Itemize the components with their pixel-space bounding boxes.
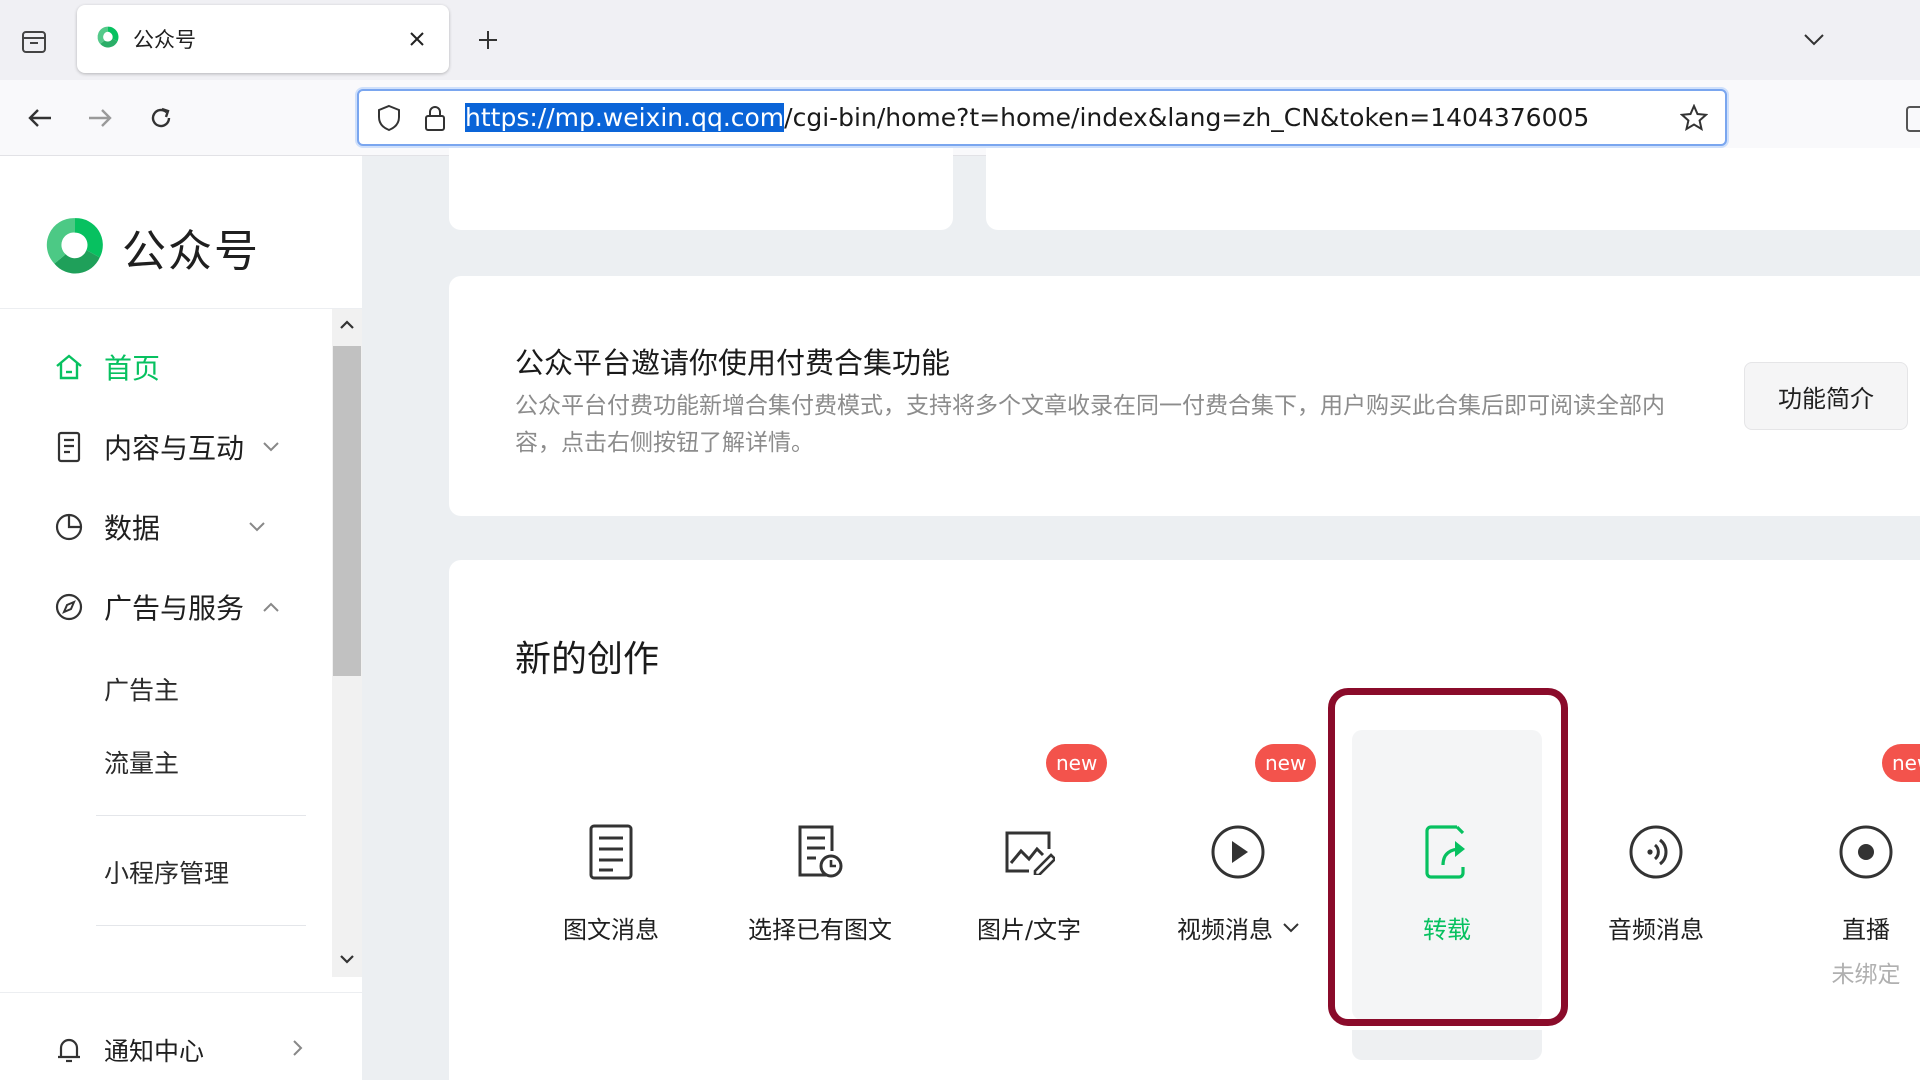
divider	[96, 925, 306, 926]
tab-title: 公众号	[133, 28, 196, 52]
divider	[0, 992, 362, 993]
create-item-label: 视频消息	[1177, 910, 1299, 945]
chevron-down-icon[interactable]	[1283, 922, 1299, 933]
pie-chart-icon	[52, 510, 86, 544]
highlight-shadow	[1352, 1030, 1542, 1060]
chevron-up-icon	[260, 596, 282, 618]
new-badge: new	[1255, 744, 1317, 782]
create-item-label-text: 视频消息	[1177, 916, 1273, 944]
bell-icon	[52, 1033, 86, 1067]
live-icon	[1836, 822, 1896, 882]
sidebar-item-label: 广告与服务	[104, 592, 245, 625]
promo-title: 公众平台邀请你使用付费合集功能	[515, 346, 951, 380]
video-play-icon	[1208, 822, 1268, 882]
sidebar-item-label: 内容与互动	[104, 432, 245, 465]
new-tab-icon[interactable]	[468, 20, 508, 60]
chevron-down-icon	[246, 516, 268, 538]
bookmark-star-icon[interactable]	[1677, 101, 1711, 135]
sidebar-item-label: 数据	[104, 512, 161, 545]
create-article-button[interactable]: 图文消息	[511, 730, 711, 1020]
create-item-label: 图片/文字	[976, 916, 1082, 944]
sidebar-subitem-miniprogram[interactable]: 小程序管理	[104, 854, 229, 890]
article-icon	[581, 822, 641, 882]
create-audio-button[interactable]: 音频消息	[1556, 730, 1756, 1020]
sidebar-menu: 首页 内容与互动 数据 广告与服务 广告主 流量主 小程序管理	[0, 309, 332, 977]
url-selected-part: https://mp.weixin.qq.com	[465, 103, 785, 132]
promo-description: 公众平台付费功能新增合集付费模式，支持将多个文章收录在同一付费合集下，用户购买此…	[515, 393, 1665, 456]
scroll-up-icon[interactable]	[336, 314, 358, 336]
existing-article-icon	[790, 822, 850, 882]
top-card-left	[449, 148, 953, 230]
create-item-label: 音频消息	[1608, 916, 1704, 944]
top-card-right	[986, 148, 1920, 230]
browser-tab[interactable]: 公众号	[77, 5, 449, 73]
sidebar-subitem-publisher[interactable]: 流量主	[104, 744, 179, 780]
sidebar-item-home[interactable]: 首页	[52, 347, 160, 387]
chevron-right-icon[interactable]	[286, 1036, 310, 1060]
feature-intro-button[interactable]: 功能简介	[1744, 362, 1908, 430]
wechat-logo-icon	[44, 214, 106, 280]
section-title: 新的创作	[515, 639, 660, 680]
sidebar-subitem-advertiser[interactable]: 广告主	[104, 671, 179, 707]
home-icon	[52, 350, 86, 384]
document-icon	[52, 430, 86, 464]
lock-icon[interactable]	[419, 102, 451, 134]
sidebar-item-label: 首页	[104, 352, 161, 385]
url-rest: /cgi-bin/home?t=home/index&lang=zh_CN&to…	[784, 103, 1590, 132]
reload-icon[interactable]	[139, 96, 183, 140]
divider	[96, 815, 306, 816]
forward-icon[interactable]	[78, 96, 122, 140]
tab-overview-icon[interactable]	[14, 22, 54, 62]
shield-icon[interactable]	[373, 102, 405, 134]
new-badge: new	[1046, 744, 1108, 782]
new-badge: new	[1882, 744, 1920, 782]
logo-text: 公众号	[122, 226, 260, 277]
close-tab-icon[interactable]	[403, 25, 431, 53]
sidebar-item-data[interactable]: 数据	[52, 507, 268, 547]
highlight-frame	[1328, 688, 1568, 1026]
browser-tab-bar: 公众号	[0, 0, 1920, 80]
wechat-logo-icon	[95, 24, 121, 54]
scrollbar-thumb[interactable]	[333, 346, 361, 676]
create-item-label: 选择已有图文	[748, 916, 892, 944]
url-text[interactable]: https://mp.weixin.qq.com/cgi-bin/home?t=…	[465, 103, 1677, 132]
create-item-label: 图文消息	[563, 916, 659, 944]
address-bar[interactable]: https://mp.weixin.qq.com/cgi-bin/home?t=…	[357, 89, 1727, 146]
sidebar-item-label: 通知中心	[104, 1037, 205, 1066]
sidebar-item-content[interactable]: 内容与互动	[52, 427, 282, 467]
audio-icon	[1626, 822, 1686, 882]
sidebar-item-notifications[interactable]: 通知中心	[52, 1032, 204, 1068]
logo[interactable]: 公众号	[44, 214, 260, 280]
image-text-icon	[999, 822, 1059, 882]
scroll-down-icon[interactable]	[336, 948, 358, 970]
chevron-down-icon	[260, 436, 282, 458]
create-item-label: 直播	[1842, 916, 1890, 944]
select-existing-article-button[interactable]: 选择已有图文	[720, 730, 920, 1020]
compass-icon	[52, 590, 86, 624]
sidebar-panel-icon[interactable]	[1906, 106, 1920, 132]
sidebar-item-ads[interactable]: 广告与服务	[52, 587, 282, 627]
browser-nav-bar: https://mp.weixin.qq.com/cgi-bin/home?t=…	[0, 80, 1920, 156]
back-icon[interactable]	[18, 96, 62, 140]
sidebar: 公众号 首页 内容与互动 数据 广告与服务 广告主 流量主 小程序管理 通知中心	[0, 156, 362, 1080]
live-unbound-status: 未绑定	[1831, 962, 1901, 988]
chevron-down-icon[interactable]	[1796, 22, 1832, 58]
